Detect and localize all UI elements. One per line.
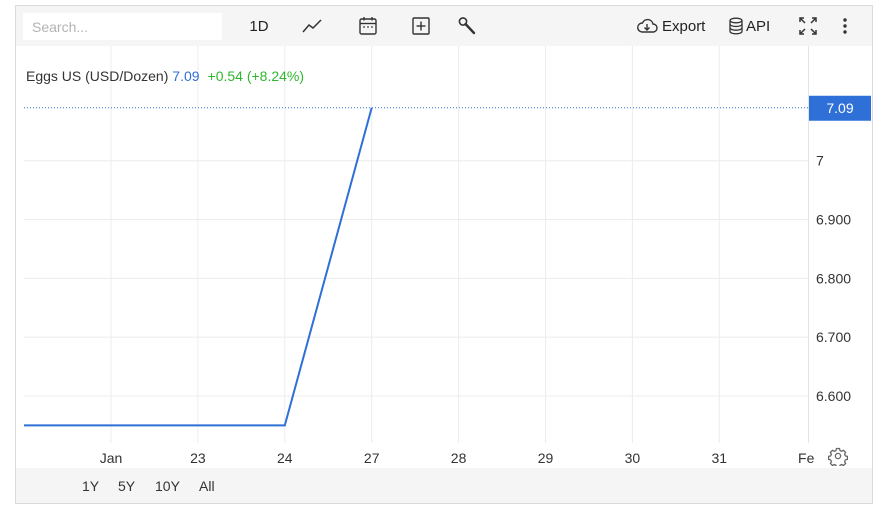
x-tick-label: 29 bbox=[538, 450, 554, 466]
y-tick-label: 6.700 bbox=[816, 329, 851, 345]
chart-widget: 1D Export bbox=[15, 5, 873, 504]
y-tick-label: 6.600 bbox=[816, 388, 851, 404]
add-box-icon bbox=[411, 16, 431, 36]
range-label: 10Y bbox=[155, 477, 180, 494]
x-tick-label: 24 bbox=[277, 450, 293, 466]
range-all-button[interactable]: All bbox=[199, 468, 215, 503]
legend-change: +0.54 (+8.24%) bbox=[208, 68, 305, 84]
last-price-tag-label: 7.09 bbox=[826, 100, 853, 116]
line-chart-icon bbox=[302, 18, 324, 34]
x-tick-label: 23 bbox=[190, 450, 206, 466]
y-tick-label: 6.900 bbox=[816, 212, 851, 228]
x-tick-label: 30 bbox=[625, 450, 641, 466]
range-label: All bbox=[199, 477, 215, 494]
interval-label: 1D bbox=[249, 17, 269, 35]
x-tick-label: 31 bbox=[712, 450, 728, 466]
y-tick-label: 7 bbox=[816, 153, 824, 169]
chart-type-button[interactable] bbox=[297, 6, 329, 46]
database-icon bbox=[728, 17, 744, 35]
x-tick-label: Fe bbox=[798, 450, 815, 466]
chart-legend: Eggs US (USD/Dozen) 7.09 +0.54 (+8.24%) bbox=[26, 68, 304, 84]
x-tick-label: Jan bbox=[100, 450, 123, 466]
api-button[interactable]: API bbox=[728, 6, 776, 46]
y-axis: 7 6.900 6.800 6.700 6.600 7.09 bbox=[809, 95, 871, 404]
cloud-download-icon bbox=[636, 18, 658, 34]
wrench-icon bbox=[457, 16, 477, 36]
calendar-icon bbox=[358, 16, 378, 36]
range-10y-button[interactable]: 10Y bbox=[155, 468, 180, 503]
date-range-button[interactable] bbox=[353, 6, 383, 46]
compare-button[interactable] bbox=[406, 6, 436, 46]
fullscreen-button[interactable] bbox=[797, 6, 819, 46]
api-label: API bbox=[746, 17, 771, 35]
search-input[interactable] bbox=[23, 13, 222, 40]
legend-name: Eggs US (USD/Dozen) bbox=[26, 68, 172, 84]
toolbar: 1D Export bbox=[16, 6, 872, 46]
interval-button[interactable]: 1D bbox=[244, 6, 274, 46]
range-label: 5Y bbox=[118, 477, 136, 494]
chart-settings-button[interactable] bbox=[827, 446, 849, 468]
export-label: Export bbox=[662, 17, 706, 35]
range-5y-button[interactable]: 5Y bbox=[118, 468, 135, 503]
export-button[interactable]: Export bbox=[636, 6, 708, 46]
legend-price: 7.09 bbox=[172, 68, 199, 84]
fullscreen-icon bbox=[798, 16, 818, 36]
range-label: 1Y bbox=[82, 477, 100, 494]
range-bar: 1Y 5Y 10Y All bbox=[16, 468, 872, 503]
indicators-button[interactable] bbox=[452, 6, 482, 46]
more-button[interactable] bbox=[836, 6, 854, 46]
chart-plot-area[interactable]: Jan 23 24 27 28 29 30 31 Fe Eggs US (USD/Dozen) 7… bbox=[23, 46, 815, 466]
more-vertical-icon bbox=[842, 17, 848, 35]
y-tick-label: 6.800 bbox=[816, 270, 851, 286]
x-tick-label: 28 bbox=[451, 450, 467, 466]
x-tick-label: 27 bbox=[364, 450, 380, 466]
range-1y-button[interactable]: 1Y bbox=[82, 468, 99, 503]
